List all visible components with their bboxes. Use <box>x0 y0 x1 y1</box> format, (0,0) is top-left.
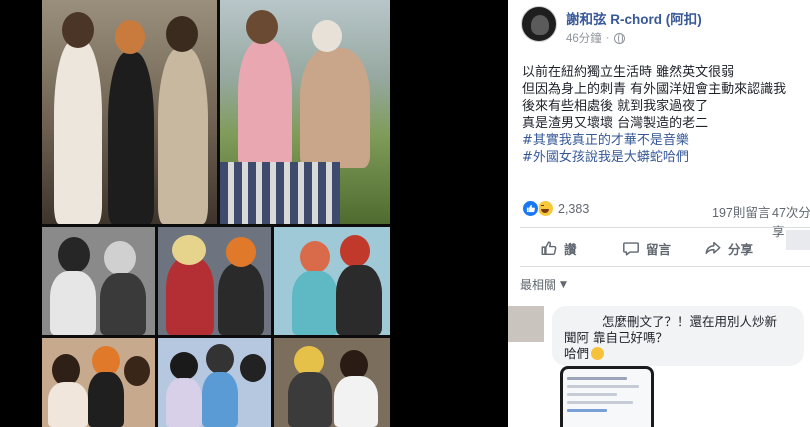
hashtag-link[interactable]: #外國女孩說我是大蟒蛇哈們 <box>522 149 807 166</box>
photo-figure-head <box>104 241 136 275</box>
speech-bubble-icon <box>623 242 639 256</box>
comment-sort-label: 最相關 <box>520 278 557 292</box>
photo-figure-head <box>170 352 198 380</box>
share-arrow-icon <box>705 241 721 255</box>
screenshot-stage: 謝和弦 R-chord (阿扣) 46分鐘 · 以前在紐約獨立生活時 雖然英文很… <box>0 0 810 427</box>
photo-figure-head <box>300 241 330 273</box>
post-header: 謝和弦 R-chord (阿扣) 46分鐘 · <box>508 0 810 56</box>
comment-text-line: 聞阿 靠自己好嗎？ <box>564 330 668 345</box>
post-timestamp[interactable]: 46分鐘 <box>566 30 602 46</box>
photo-figure <box>88 372 124 427</box>
thumbs-up-icon <box>541 241 557 256</box>
comment-sort-dropdown[interactable]: 最相關 ▼ <box>520 276 567 293</box>
photo-figure <box>100 273 146 335</box>
like-button-label: 讚 <box>564 241 577 257</box>
photo-collage[interactable] <box>42 0 390 427</box>
comment-text-line: 怎麼刪文了？！還在用別人炒新 <box>602 314 778 329</box>
scrollbar-thumb[interactable] <box>786 230 810 250</box>
post-meta: 46分鐘 · <box>566 30 625 46</box>
photo-tile-4[interactable] <box>158 227 271 335</box>
photo-blanket <box>220 162 340 224</box>
photo-figure <box>108 52 154 224</box>
share-button-label: 分享 <box>728 241 754 257</box>
photo-figure-head <box>166 16 198 52</box>
photo-figure <box>48 382 88 427</box>
photo-figure <box>50 271 96 335</box>
photo-figure <box>166 257 214 335</box>
post-body-text: 以前在紐約獨立生活時 雖然英文很弱 但因為身上的刺青 有外國洋妞會主動來認識我 … <box>522 64 807 166</box>
comment-count-link[interactable]: 197則留言 <box>712 202 770 221</box>
sweat-smile-emoji <box>591 347 605 360</box>
photo-figure <box>300 48 370 168</box>
photo-figure <box>158 48 208 224</box>
photo-figure-head <box>312 20 342 52</box>
photo-tile-5[interactable] <box>274 227 390 335</box>
comment-button-label: 留言 <box>646 241 672 257</box>
comment-attached-screenshot[interactable] <box>560 366 654 427</box>
like-button[interactable]: 讚 <box>540 233 577 263</box>
chevron-down-icon: ▼ <box>560 279 567 290</box>
post-text-line: 後來有些相處後 就到我家過夜了 <box>522 99 709 114</box>
photo-figure <box>292 271 338 335</box>
share-button[interactable]: 分享 <box>704 233 753 263</box>
comment-button[interactable]: 留言 <box>622 233 671 263</box>
photo-figure <box>166 378 202 427</box>
facebook-post-panel: 謝和弦 R-chord (阿扣) 46分鐘 · 以前在紐約獨立生活時 雖然英文很… <box>508 0 810 427</box>
author-avatar[interactable] <box>521 6 557 42</box>
globe-icon[interactable] <box>613 32 625 44</box>
comment-bubble: 怎麼刪文了？！還在用別人炒新 聞阿 靠自己好嗎？ 哈們 <box>552 306 804 366</box>
photo-figure <box>288 372 332 427</box>
photo-figure <box>238 40 292 170</box>
divider <box>520 227 810 228</box>
photo-tile-2[interactable] <box>220 0 390 224</box>
photo-tile-7[interactable] <box>158 338 271 427</box>
photo-tile-3[interactable] <box>42 227 155 335</box>
photo-figure-head <box>246 10 278 44</box>
photo-figure-head <box>340 235 370 267</box>
author-name-link[interactable]: 謝和弦 R-chord (阿扣) <box>566 8 702 28</box>
photo-figure <box>334 376 378 427</box>
meta-separator: · <box>605 32 610 44</box>
reactions-summary: 2,383 197則留言 47次分享 <box>522 199 810 239</box>
photo-tile-1[interactable] <box>42 0 217 224</box>
photo-tile-6[interactable] <box>42 338 155 427</box>
photo-figure-head <box>62 12 94 48</box>
like-reaction-icon[interactable] <box>522 200 539 217</box>
screenshot-text-bar <box>567 401 633 404</box>
comment-text-line-3: 哈們 <box>564 346 792 362</box>
post-text-line: 以前在紐約獨立生活時 雖然英文很弱 <box>522 65 735 80</box>
photo-tile-8[interactable] <box>274 338 390 427</box>
photo-figure <box>202 372 238 427</box>
photo-figure <box>218 263 264 335</box>
photo-figure <box>336 265 382 335</box>
screenshot-text-bar <box>567 385 639 388</box>
photo-figure-head <box>206 344 234 374</box>
photo-figure-head <box>124 356 150 386</box>
commenter-avatar[interactable] <box>508 306 544 342</box>
hashtag-link[interactable]: #其實我真正的才華不是音樂 <box>522 132 807 149</box>
divider <box>520 266 810 267</box>
photo-figure-head <box>172 235 206 265</box>
comment-text: 哈們 <box>564 346 590 361</box>
haha-reaction-icon[interactable] <box>537 200 554 217</box>
photo-figure-head <box>226 237 256 267</box>
reaction-count[interactable]: 2,383 <box>558 202 589 216</box>
post-actions-bar: 讚 留言 分享 <box>508 233 810 263</box>
screenshot-text-bar <box>567 377 627 380</box>
photo-figure <box>54 40 102 224</box>
photo-figure-head <box>240 354 266 382</box>
thumbs-up-glyph <box>526 204 535 213</box>
post-text-line: 真是渣男又壞壞 台灣製造的老二 <box>522 116 709 131</box>
post-text-line: 但因為身上的刺青 有外國洋妞會主動來認識我 <box>522 82 787 97</box>
screenshot-text-bar <box>567 393 617 396</box>
screenshot-text-bar <box>567 409 607 412</box>
photo-figure-head <box>115 20 145 54</box>
photo-figure-head <box>58 237 90 273</box>
